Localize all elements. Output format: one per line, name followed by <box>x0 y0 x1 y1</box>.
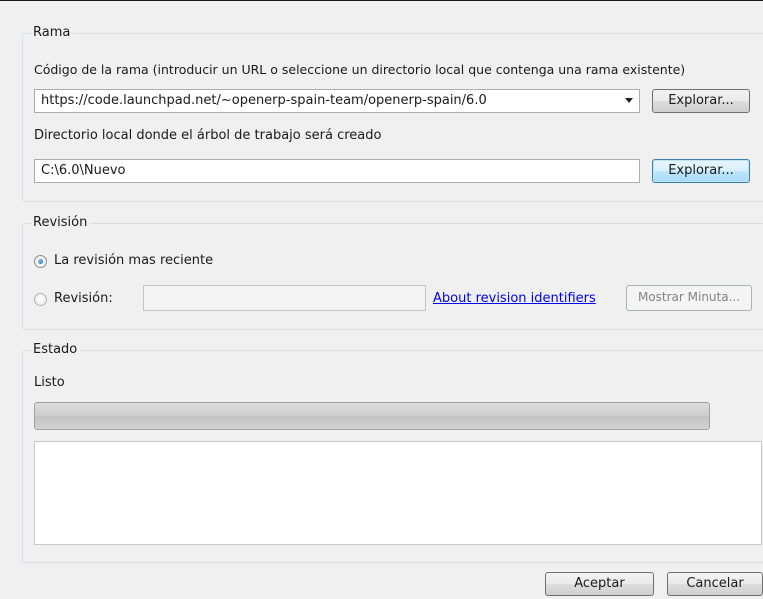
local-directory-label: Directorio local donde el árbol de traba… <box>34 128 382 143</box>
branch-source-value: https://code.launchpad.net/~openerp-spai… <box>41 93 487 108</box>
local-directory-input[interactable]: C:\6.0\Nuevo <box>34 159 640 183</box>
radio-specific-revision[interactable] <box>34 293 47 306</box>
revision-input[interactable] <box>143 285 426 311</box>
radio-latest-revision-label[interactable]: La revisión mas reciente <box>54 252 213 270</box>
browse-local-button[interactable]: Explorar... <box>652 159 750 183</box>
radio-latest-revision[interactable] <box>34 255 47 268</box>
branch-source-combobox[interactable]: https://code.launchpad.net/~openerp-spai… <box>34 89 640 113</box>
accept-button[interactable]: Aceptar <box>545 572 654 596</box>
status-group-label: Estado <box>31 342 81 358</box>
status-text: Listo <box>34 375 65 390</box>
chevron-down-icon[interactable] <box>625 98 633 103</box>
browse-source-button[interactable]: Explorar... <box>652 89 750 113</box>
status-log-area[interactable] <box>34 441 762 545</box>
revision-group-label: Revisión <box>31 215 91 231</box>
revision-group <box>22 223 763 330</box>
revision-identifiers-link[interactable]: About revision identifiers <box>433 290 596 308</box>
cancel-button[interactable]: Cancelar <box>667 572 763 596</box>
show-log-button[interactable]: Mostrar Minuta... <box>626 285 752 311</box>
progress-bar <box>34 402 710 430</box>
radio-specific-revision-label[interactable]: Revisión: <box>54 290 113 308</box>
branch-source-label: Código de la rama (introducir un URL o s… <box>34 62 686 77</box>
branch-group-label: Rama <box>31 25 74 41</box>
top-border <box>0 0 763 1</box>
